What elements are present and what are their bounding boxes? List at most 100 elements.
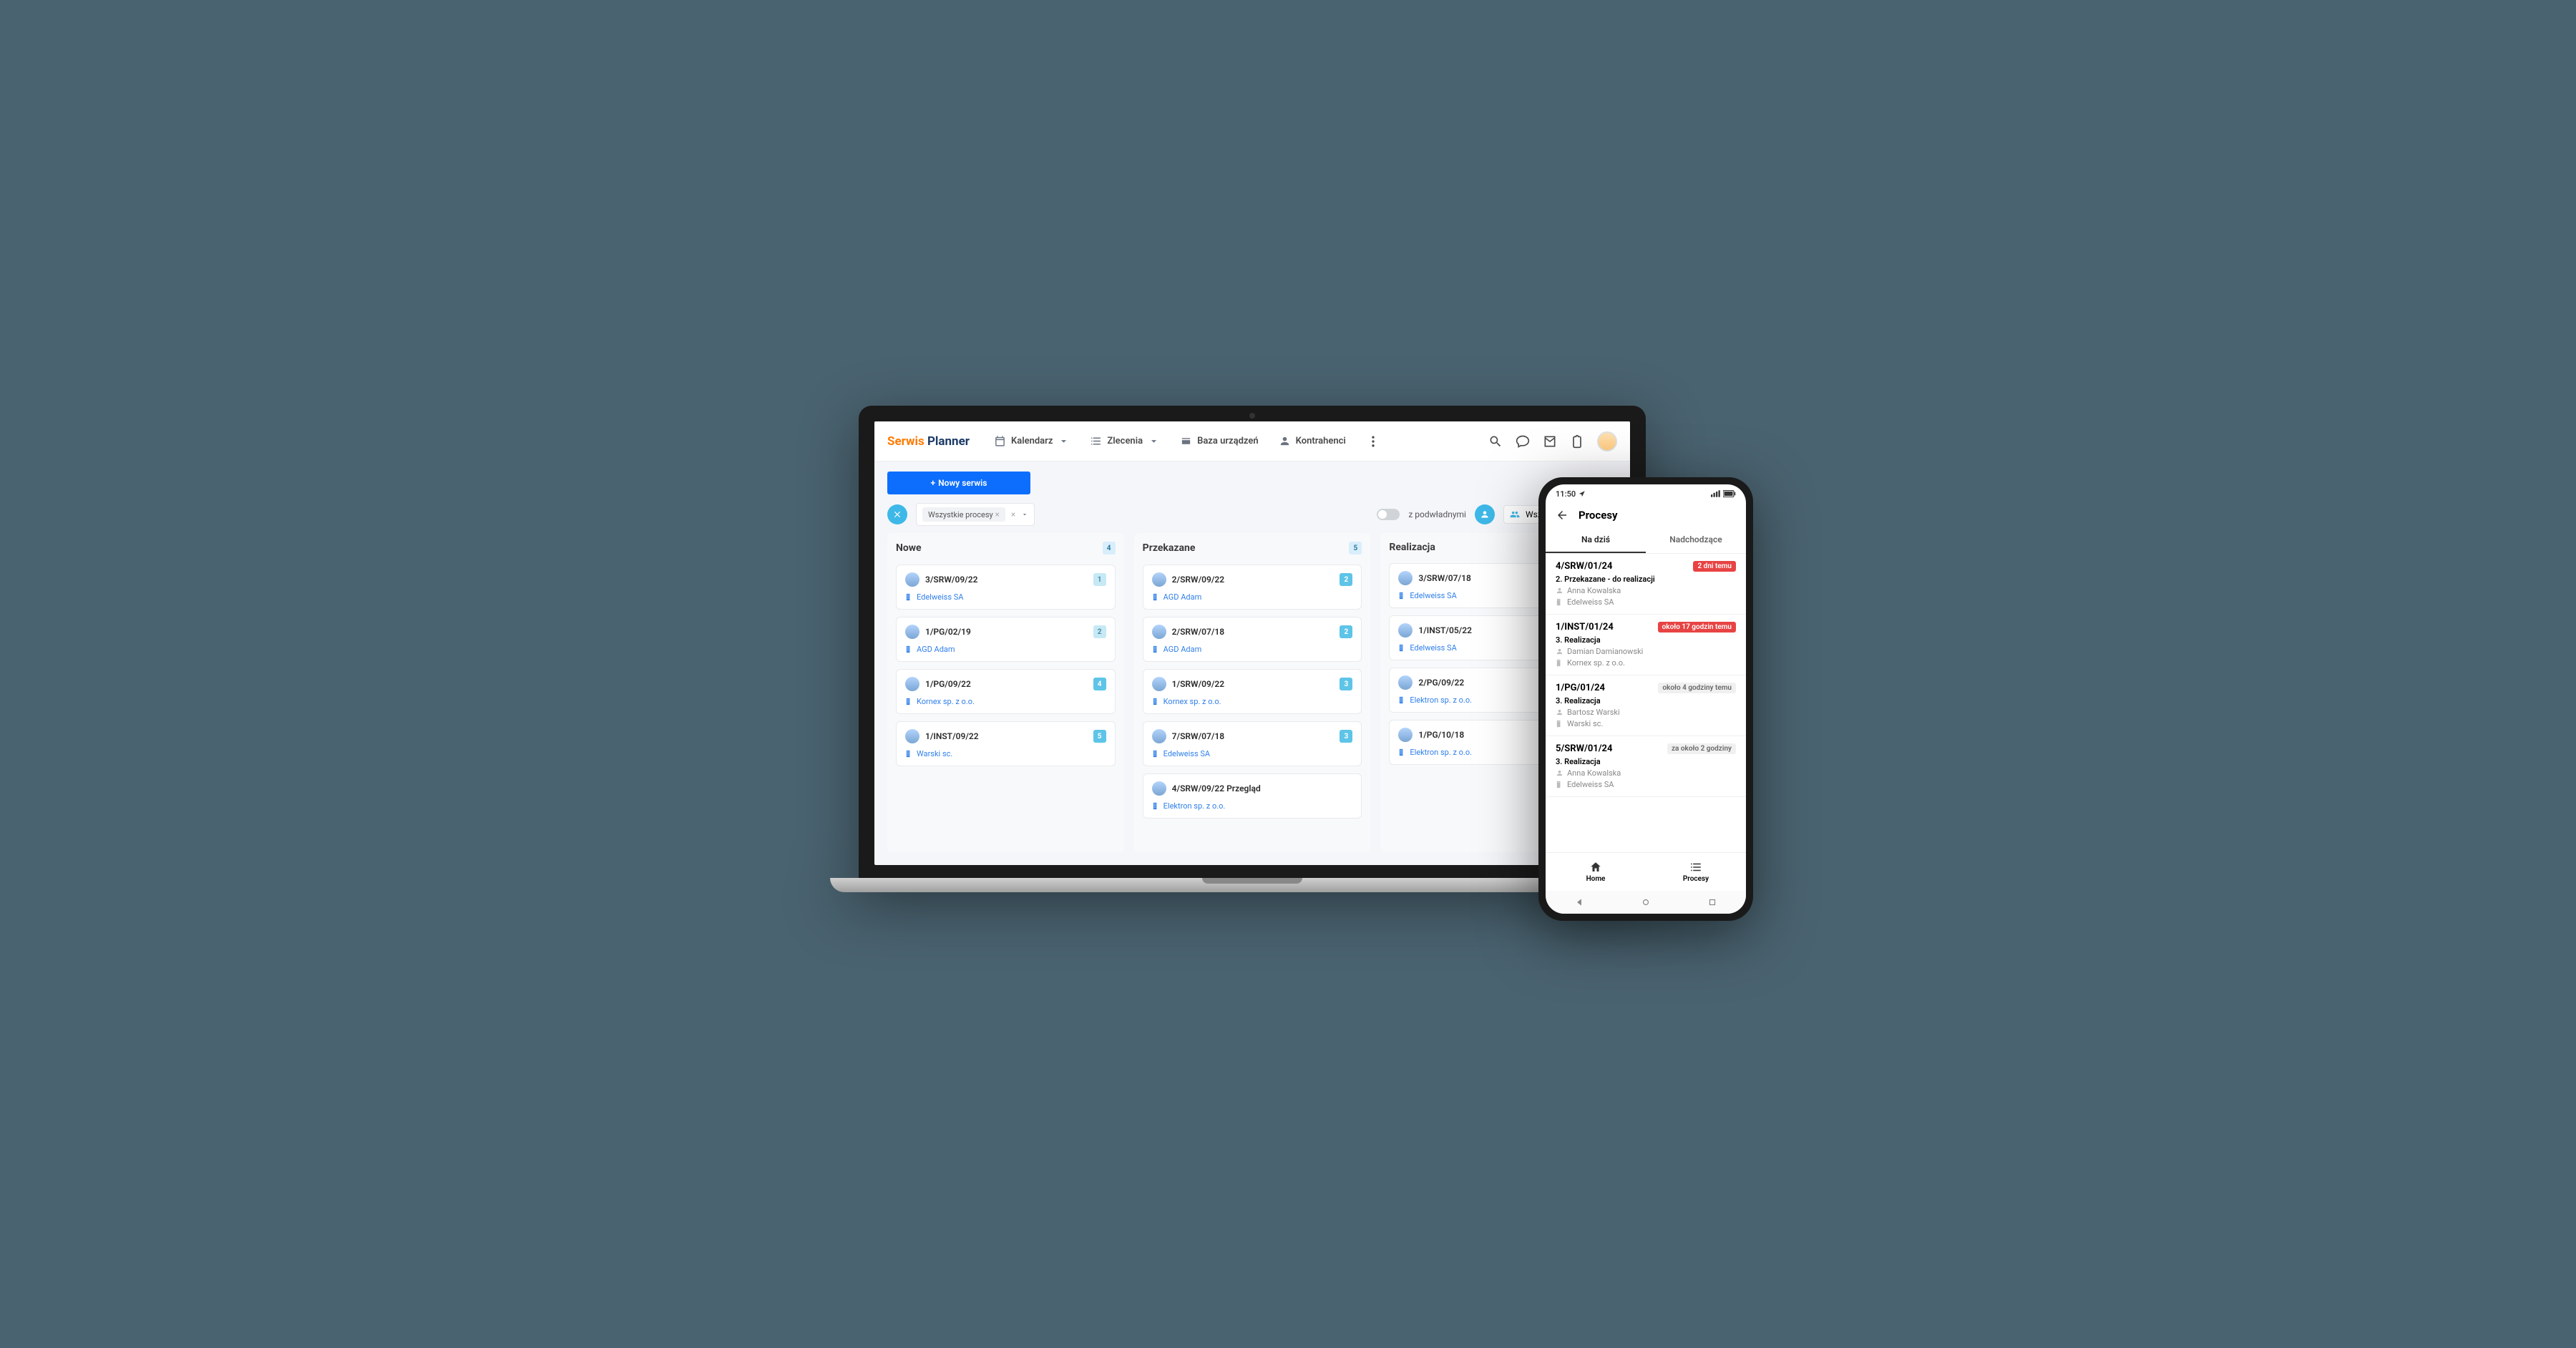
subordinates-label: z podwładnymi xyxy=(1408,509,1466,519)
process-item[interactable]: 4/SRW/01/242 dni temu2. Przekazane - do … xyxy=(1546,554,1746,615)
back-icon[interactable] xyxy=(1556,509,1568,522)
chevron-down-icon xyxy=(1058,435,1070,447)
process-person: Bartosz Warski xyxy=(1556,708,1736,717)
process-code: 1/PG/01/24 xyxy=(1556,683,1605,693)
column-header: Nowe4 xyxy=(896,542,1116,555)
person-icon xyxy=(1279,435,1291,447)
brand-logo[interactable]: Serwis Planner xyxy=(887,434,970,449)
clipboard-icon[interactable] xyxy=(1570,434,1584,449)
process-item[interactable]: 1/INST/01/24około 17 godzin temu3. Reali… xyxy=(1546,615,1746,675)
column-count: 4 xyxy=(1103,542,1116,555)
more-icon[interactable] xyxy=(1366,434,1380,449)
users-button[interactable] xyxy=(1475,504,1495,524)
card-avatar xyxy=(905,625,919,639)
kanban-card[interactable]: 1/PG/02/192AGD Adam xyxy=(896,617,1116,662)
card-badge: 4 xyxy=(1093,678,1106,690)
card-code: 7/SRW/07/18 xyxy=(1172,731,1335,741)
tab-upcoming[interactable]: Nadchodzące xyxy=(1646,527,1746,553)
card-code: 1/SRW/09/22 xyxy=(1172,679,1335,689)
card-avatar xyxy=(905,729,919,743)
process-code: 5/SRW/01/24 xyxy=(1556,743,1612,754)
process-person: Damian Damianowski xyxy=(1556,647,1736,656)
process-filter[interactable]: Wszystkie procesy × × xyxy=(916,503,1035,526)
android-nav-bar xyxy=(1546,891,1746,914)
column-header: Przekazane5 xyxy=(1143,542,1362,555)
nav-calendar[interactable]: Kalendarz xyxy=(994,434,1070,449)
card-badge: 1 xyxy=(1093,573,1106,586)
process-person: Anna Kowalska xyxy=(1556,768,1736,778)
android-back-icon[interactable] xyxy=(1574,897,1584,907)
card-company: AGD Adam xyxy=(1152,592,1353,602)
card-badge: 3 xyxy=(1340,678,1352,690)
process-item[interactable]: 1/PG/01/24około 4 godziny temu3. Realiza… xyxy=(1546,675,1746,736)
home-icon xyxy=(1589,861,1602,874)
top-nav: Serwis Planner Kalendarz Zlecenia xyxy=(874,421,1630,461)
android-home-icon[interactable] xyxy=(1641,897,1651,907)
card-company: AGD Adam xyxy=(905,645,1106,654)
card-company: Kornex sp. z o.o. xyxy=(905,697,1106,706)
card-avatar xyxy=(1398,571,1413,585)
process-item[interactable]: 5/SRW/01/24za około 2 godziny3. Realizac… xyxy=(1546,736,1746,797)
process-company: Edelweiss SA xyxy=(1556,597,1736,607)
phone-header: Procesy xyxy=(1546,503,1746,527)
mail-icon[interactable] xyxy=(1543,434,1557,449)
phone-title: Procesy xyxy=(1579,509,1618,522)
new-service-button[interactable]: +Nowy serwis xyxy=(887,472,1030,494)
android-recent-icon[interactable] xyxy=(1707,897,1717,907)
card-code: 1/PG/09/22 xyxy=(925,679,1088,689)
chevron-down-icon xyxy=(1148,435,1160,447)
card-company: Warski sc. xyxy=(905,749,1106,758)
phone-process-list: 4/SRW/01/242 dni temu2. Przekazane - do … xyxy=(1546,554,1746,852)
tab-today[interactable]: Na dziś xyxy=(1546,527,1646,553)
kanban-column: Nowe43/SRW/09/221Edelweiss SA1/PG/02/192… xyxy=(887,533,1124,852)
nav-devices[interactable]: Baza urządzeń xyxy=(1180,434,1259,449)
kanban-card[interactable]: 1/SRW/09/22 3 Kornex sp. z o.o. xyxy=(1143,669,1362,714)
time-badge: około 4 godziny temu xyxy=(1658,683,1736,693)
kanban-card[interactable]: 2/SRW/09/222AGD Adam xyxy=(1143,565,1362,610)
location-icon xyxy=(1579,490,1586,497)
nav-contractors[interactable]: Kontrahenci xyxy=(1279,434,1346,449)
card-avatar xyxy=(1152,781,1166,796)
chevron-down-icon xyxy=(1021,511,1028,518)
process-company: Edelweiss SA xyxy=(1556,780,1736,789)
card-avatar xyxy=(1398,675,1413,690)
kanban-card[interactable]: 1/INST/09/22 5 Warski sc. xyxy=(896,721,1116,766)
kanban-card[interactable]: 1/PG/09/22 4 Kornex sp. z o.o. xyxy=(896,669,1116,714)
card-company: Edelweiss SA xyxy=(905,592,1106,602)
close-icon xyxy=(892,509,902,519)
calendar-icon xyxy=(994,435,1006,447)
subordinates-toggle[interactable] xyxy=(1377,509,1400,520)
card-badge: 5 xyxy=(1093,730,1106,743)
card-avatar xyxy=(1398,623,1413,638)
kanban-card[interactable]: 7/SRW/07/183Edelweiss SA xyxy=(1143,721,1362,766)
process-code: 4/SRW/01/24 xyxy=(1556,561,1612,572)
signal-icon xyxy=(1711,490,1721,497)
nav-orders[interactable]: Zlecenia xyxy=(1090,434,1160,449)
kanban-card[interactable]: 3/SRW/09/221Edelweiss SA xyxy=(896,565,1116,610)
process-status: 2. Przekazane - do realizacji xyxy=(1556,575,1736,584)
card-avatar xyxy=(1152,572,1166,587)
kanban-board: Nowe43/SRW/09/221Edelweiss SA1/PG/02/192… xyxy=(874,533,1630,865)
card-code: 4/SRW/09/22 Przegląd xyxy=(1172,783,1353,793)
kanban-card[interactable]: 2/SRW/07/182AGD Adam xyxy=(1143,617,1362,662)
process-status: 3. Realizacja xyxy=(1556,757,1736,766)
bottom-nav-processes[interactable]: Procesy xyxy=(1646,853,1746,891)
card-avatar xyxy=(905,572,919,587)
card-company: Elektron sp. z o.o. xyxy=(1152,801,1353,811)
bottom-nav-home[interactable]: Home xyxy=(1546,853,1646,891)
process-company: Kornex sp. z o.o. xyxy=(1556,658,1736,668)
card-code: 1/INST/09/22 xyxy=(925,731,1088,741)
phone-tabs: Na dziś Nadchodzące xyxy=(1546,527,1746,554)
process-status: 3. Realizacja xyxy=(1556,635,1736,645)
chat-icon[interactable] xyxy=(1516,434,1530,449)
list-icon xyxy=(1689,861,1702,874)
clear-filters-button[interactable] xyxy=(887,504,907,524)
phone-bottom-nav: Home Procesy xyxy=(1546,852,1746,891)
card-code: 2/SRW/07/18 xyxy=(1172,627,1335,637)
person-icon xyxy=(1480,509,1490,519)
card-avatar xyxy=(1398,728,1413,742)
kanban-card[interactable]: 4/SRW/09/22 Przegląd Elektron sp. z o.o. xyxy=(1143,773,1362,819)
card-company: Kornex sp. z o.o. xyxy=(1152,697,1353,706)
search-icon[interactable] xyxy=(1488,434,1503,449)
user-avatar[interactable] xyxy=(1597,431,1617,451)
